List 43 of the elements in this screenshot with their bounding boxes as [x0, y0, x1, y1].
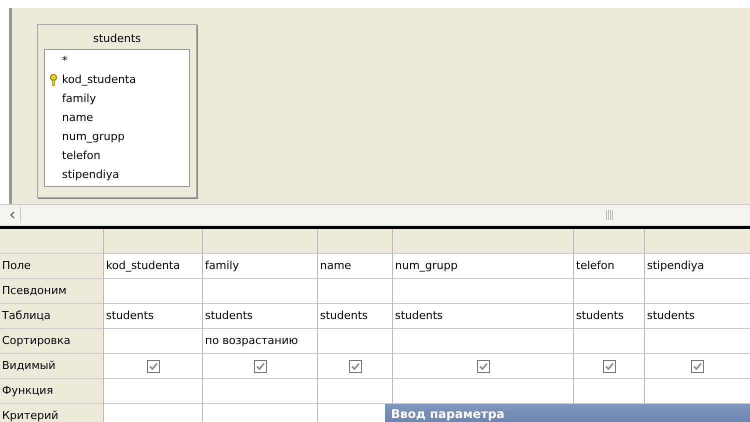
field-name[interactable]: num_grupp	[62, 127, 125, 146]
column-selector[interactable]	[574, 229, 644, 254]
table-cell[interactable]: students	[393, 304, 573, 329]
field-cell[interactable]: num_grupp	[393, 254, 573, 279]
sort-value[interactable]: по возрастанию	[205, 334, 298, 347]
field-name[interactable]: stipendiya	[62, 165, 120, 184]
column-selector[interactable]	[104, 229, 202, 254]
dialog-title-bar: Ввод параметра	[385, 404, 750, 422]
table-cell[interactable]: students	[645, 304, 750, 329]
table-cell[interactable]: students	[104, 304, 202, 329]
column-selector[interactable]	[318, 229, 392, 254]
field-name[interactable]: kod_studenta	[62, 70, 136, 89]
field-cell[interactable]: kod_studenta	[104, 254, 202, 279]
visible-checkbox[interactable]	[254, 360, 266, 372]
row-label: Поле	[0, 254, 103, 279]
row-label: Сортировка	[0, 329, 103, 354]
field-cell[interactable]: stipendiya	[645, 254, 750, 279]
table-cell[interactable]: students	[318, 304, 392, 329]
row-label: Псевдоним	[0, 279, 103, 304]
visible-checkbox[interactable]	[348, 360, 362, 372]
column-selector[interactable]	[203, 229, 317, 254]
table-cell[interactable]: students	[574, 304, 644, 329]
visible-checkbox[interactable]	[146, 360, 160, 372]
scroll-grip-icon[interactable]	[606, 210, 614, 220]
visible-checkbox[interactable]	[691, 360, 704, 372]
field-cell[interactable]: telefon	[574, 254, 644, 279]
field-name[interactable]: telefon	[62, 146, 100, 165]
field-name[interactable]: family	[62, 89, 96, 108]
visible-checkbox[interactable]	[602, 360, 616, 372]
row-label: Таблица	[0, 304, 103, 329]
row-label: Функция	[0, 379, 103, 404]
table-cell[interactable]: students	[203, 304, 317, 329]
field-name[interactable]: *	[62, 51, 68, 70]
row-label: Критерий	[0, 404, 103, 422]
field-cell[interactable]: name	[318, 254, 392, 279]
row-label: Видимый	[0, 354, 103, 379]
column-selector[interactable]	[645, 229, 750, 254]
field-name[interactable]: name	[62, 108, 94, 127]
visible-checkbox[interactable]	[476, 360, 490, 372]
column-selector[interactable]	[393, 229, 573, 254]
table-title: students	[92, 31, 142, 47]
horizontal-scrollbar[interactable]	[0, 204, 750, 226]
field-cell[interactable]: family	[203, 254, 317, 279]
